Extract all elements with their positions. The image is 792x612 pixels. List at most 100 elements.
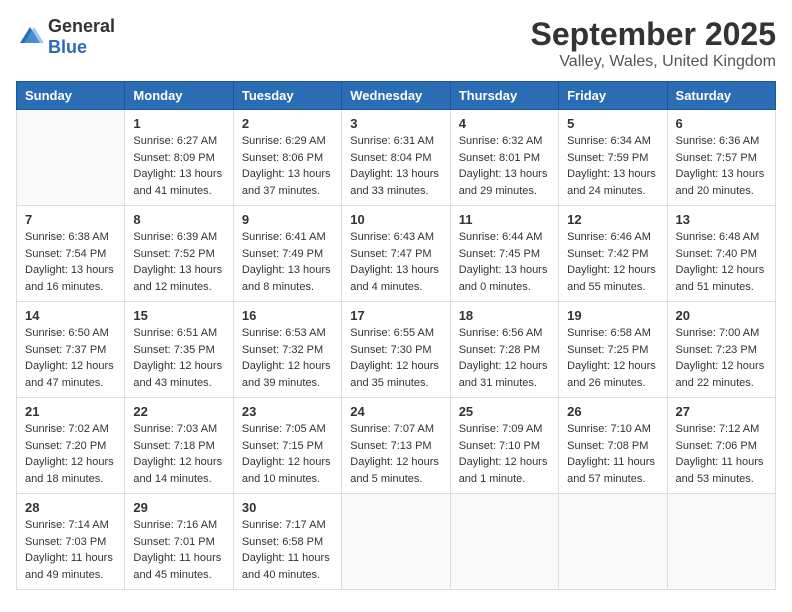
cell-w3-d4: 17 Sunrise: 6:55 AM Sunset: 7:30 PM Dayli… <box>342 302 450 398</box>
location-title: Valley, Wales, United Kingdom <box>531 53 776 71</box>
day-number: 23 <box>242 404 333 419</box>
day-info: Sunrise: 6:32 AM Sunset: 8:01 PM Dayligh… <box>459 133 550 199</box>
day-number: 11 <box>459 212 550 227</box>
day-number: 10 <box>350 212 441 227</box>
day-number: 3 <box>350 116 441 131</box>
col-monday: Monday <box>125 82 233 110</box>
cell-w5-d1: 28 Sunrise: 7:14 AM Sunset: 7:03 PM Dayli… <box>17 494 125 590</box>
day-info: Sunrise: 7:14 AM Sunset: 7:03 PM Dayligh… <box>25 517 116 583</box>
day-info: Sunrise: 7:12 AM Sunset: 7:06 PM Dayligh… <box>676 421 767 487</box>
cell-w2-d5: 11 Sunrise: 6:44 AM Sunset: 7:45 PM Dayli… <box>450 206 558 302</box>
day-info: Sunrise: 6:39 AM Sunset: 7:52 PM Dayligh… <box>133 229 224 295</box>
cell-w1-d6: 5Sunrise: 6:34 AM Sunset: 7:59 PM Daylig… <box>559 110 667 206</box>
day-number: 12 <box>567 212 658 227</box>
cell-w5-d2: 29 Sunrise: 7:16 AM Sunset: 7:01 PM Dayli… <box>125 494 233 590</box>
header: General Blue September 2025 Valley, Wale… <box>16 16 776 71</box>
day-info: Sunrise: 6:46 AM Sunset: 7:42 PM Dayligh… <box>567 229 658 295</box>
cell-w1-d1 <box>17 110 125 206</box>
col-tuesday: Tuesday <box>233 82 341 110</box>
col-friday: Friday <box>559 82 667 110</box>
day-info: Sunrise: 7:17 AM Sunset: 6:58 PM Dayligh… <box>242 517 333 583</box>
day-info: Sunrise: 6:34 AM Sunset: 7:59 PM Dayligh… <box>567 133 658 199</box>
day-info: Sunrise: 6:50 AM Sunset: 7:37 PM Dayligh… <box>25 325 116 391</box>
cell-w2-d7: 13Sunrise: 6:48 AM Sunset: 7:40 PM Dayli… <box>667 206 775 302</box>
day-number: 19 <box>567 308 658 323</box>
week-row-5: 28 Sunrise: 7:14 AM Sunset: 7:03 PM Dayli… <box>17 494 776 590</box>
cell-w1-d5: 4 Sunrise: 6:32 AM Sunset: 8:01 PM Daylig… <box>450 110 558 206</box>
day-number: 30 <box>242 500 333 515</box>
day-info: Sunrise: 7:03 AM Sunset: 7:18 PM Dayligh… <box>133 421 224 487</box>
cell-w1-d4: 3 Sunrise: 6:31 AM Sunset: 8:04 PM Daylig… <box>342 110 450 206</box>
cell-w5-d3: 30 Sunrise: 7:17 AM Sunset: 6:58 PM Dayli… <box>233 494 341 590</box>
day-number: 17 <box>350 308 441 323</box>
day-info: Sunrise: 7:09 AM Sunset: 7:10 PM Dayligh… <box>459 421 550 487</box>
month-title: September 2025 <box>531 16 776 53</box>
day-number: 29 <box>133 500 224 515</box>
day-number: 18 <box>459 308 550 323</box>
cell-w3-d1: 14 Sunrise: 6:50 AM Sunset: 7:37 PM Dayli… <box>17 302 125 398</box>
cell-w4-d1: 21 Sunrise: 7:02 AM Sunset: 7:20 PM Dayli… <box>17 398 125 494</box>
cell-w4-d7: 27 Sunrise: 7:12 AM Sunset: 7:06 PM Dayli… <box>667 398 775 494</box>
cell-w1-d2: 1 Sunrise: 6:27 AM Sunset: 8:09 PM Daylig… <box>125 110 233 206</box>
day-info: Sunrise: 6:29 AM Sunset: 8:06 PM Dayligh… <box>242 133 333 199</box>
col-saturday: Saturday <box>667 82 775 110</box>
title-area: September 2025 Valley, Wales, United Kin… <box>531 16 776 71</box>
cell-w2-d6: 12 Sunrise: 6:46 AM Sunset: 7:42 PM Dayli… <box>559 206 667 302</box>
day-number: 20 <box>676 308 767 323</box>
day-number: 27 <box>676 404 767 419</box>
week-row-2: 7 Sunrise: 6:38 AM Sunset: 7:54 PM Daylig… <box>17 206 776 302</box>
cell-w2-d4: 10Sunrise: 6:43 AM Sunset: 7:47 PM Dayli… <box>342 206 450 302</box>
day-number: 9 <box>242 212 333 227</box>
cell-w5-d7 <box>667 494 775 590</box>
day-info: Sunrise: 6:38 AM Sunset: 7:54 PM Dayligh… <box>25 229 116 295</box>
calendar: Sunday Monday Tuesday Wednesday Thursday… <box>16 81 776 590</box>
day-number: 15 <box>133 308 224 323</box>
cell-w2-d2: 8 Sunrise: 6:39 AM Sunset: 7:52 PM Daylig… <box>125 206 233 302</box>
day-number: 8 <box>133 212 224 227</box>
logo-text: General Blue <box>48 16 115 58</box>
cell-w3-d2: 15 Sunrise: 6:51 AM Sunset: 7:35 PM Dayli… <box>125 302 233 398</box>
day-info: Sunrise: 6:27 AM Sunset: 8:09 PM Dayligh… <box>133 133 224 199</box>
day-info: Sunrise: 7:00 AM Sunset: 7:23 PM Dayligh… <box>676 325 767 391</box>
day-number: 1 <box>133 116 224 131</box>
day-number: 7 <box>25 212 116 227</box>
cell-w4-d4: 24 Sunrise: 7:07 AM Sunset: 7:13 PM Dayli… <box>342 398 450 494</box>
cell-w3-d3: 16 Sunrise: 6:53 AM Sunset: 7:32 PM Dayli… <box>233 302 341 398</box>
col-wednesday: Wednesday <box>342 82 450 110</box>
cell-w4-d5: 25 Sunrise: 7:09 AM Sunset: 7:10 PM Dayli… <box>450 398 558 494</box>
day-info: Sunrise: 6:51 AM Sunset: 7:35 PM Dayligh… <box>133 325 224 391</box>
day-number: 6 <box>676 116 767 131</box>
day-info: Sunrise: 7:10 AM Sunset: 7:08 PM Dayligh… <box>567 421 658 487</box>
day-info: Sunrise: 7:07 AM Sunset: 7:13 PM Dayligh… <box>350 421 441 487</box>
cell-w2-d1: 7 Sunrise: 6:38 AM Sunset: 7:54 PM Daylig… <box>17 206 125 302</box>
day-info: Sunrise: 6:56 AM Sunset: 7:28 PM Dayligh… <box>459 325 550 391</box>
day-number: 13 <box>676 212 767 227</box>
cell-w5-d6 <box>559 494 667 590</box>
day-info: Sunrise: 6:53 AM Sunset: 7:32 PM Dayligh… <box>242 325 333 391</box>
day-info: Sunrise: 6:58 AM Sunset: 7:25 PM Dayligh… <box>567 325 658 391</box>
cell-w4-d6: 26 Sunrise: 7:10 AM Sunset: 7:08 PM Dayli… <box>559 398 667 494</box>
day-number: 4 <box>459 116 550 131</box>
day-number: 26 <box>567 404 658 419</box>
day-info: Sunrise: 6:41 AM Sunset: 7:49 PM Dayligh… <box>242 229 333 295</box>
day-info: Sunrise: 7:16 AM Sunset: 7:01 PM Dayligh… <box>133 517 224 583</box>
day-info: Sunrise: 6:44 AM Sunset: 7:45 PM Dayligh… <box>459 229 550 295</box>
cell-w4-d3: 23 Sunrise: 7:05 AM Sunset: 7:15 PM Dayli… <box>233 398 341 494</box>
day-info: Sunrise: 7:05 AM Sunset: 7:15 PM Dayligh… <box>242 421 333 487</box>
day-number: 16 <box>242 308 333 323</box>
day-number: 14 <box>25 308 116 323</box>
day-number: 24 <box>350 404 441 419</box>
header-row: Sunday Monday Tuesday Wednesday Thursday… <box>17 82 776 110</box>
logo-general: General <box>48 16 115 36</box>
day-number: 21 <box>25 404 116 419</box>
cell-w5-d5 <box>450 494 558 590</box>
col-sunday: Sunday <box>17 82 125 110</box>
day-info: Sunrise: 6:55 AM Sunset: 7:30 PM Dayligh… <box>350 325 441 391</box>
day-info: Sunrise: 6:31 AM Sunset: 8:04 PM Dayligh… <box>350 133 441 199</box>
cell-w5-d4 <box>342 494 450 590</box>
day-number: 25 <box>459 404 550 419</box>
week-row-3: 14 Sunrise: 6:50 AM Sunset: 7:37 PM Dayli… <box>17 302 776 398</box>
day-number: 28 <box>25 500 116 515</box>
day-number: 22 <box>133 404 224 419</box>
day-info: Sunrise: 7:02 AM Sunset: 7:20 PM Dayligh… <box>25 421 116 487</box>
